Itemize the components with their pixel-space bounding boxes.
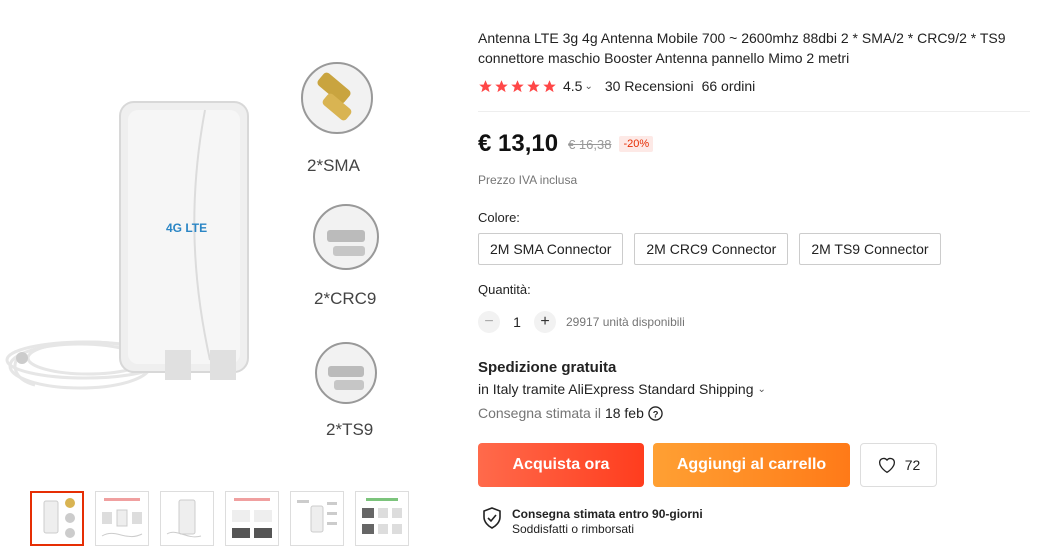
star-rating xyxy=(478,79,557,94)
chevron-down-icon: ⌄ xyxy=(757,383,766,395)
cable-plug-icon xyxy=(16,352,28,364)
shield-icon xyxy=(483,507,501,529)
discount-badge: -20% xyxy=(619,136,654,152)
chevron-down-icon[interactable]: ⌄ xyxy=(584,81,592,92)
stock-available: 29917 unità disponibili xyxy=(566,315,685,329)
shipping-title: Spedizione gratuita xyxy=(478,359,617,376)
star-icon xyxy=(511,79,524,92)
rating-value[interactable]: 4.5 xyxy=(563,78,582,94)
main-product-image[interactable]: 4G LTE 2*SMA 2*CRC9 2*TS9 xyxy=(0,40,450,480)
star-icon xyxy=(479,79,492,92)
crc9-label: 2*CRC9 xyxy=(314,289,376,308)
quantity-stepper: − 1 + 29917 unità disponibili xyxy=(478,311,685,333)
product-title: Antenna LTE 3g 4g Antenna Mobile 700 ~ 2… xyxy=(478,30,1006,66)
thumbnail-4[interactable] xyxy=(225,491,279,546)
heart-icon xyxy=(878,457,895,474)
decrease-quantity-button[interactable]: − xyxy=(478,311,500,333)
thumbnail-5[interactable] xyxy=(290,491,344,546)
vat-note: Prezzo IVA inclusa xyxy=(478,173,578,187)
thumbnail-3[interactable] xyxy=(160,491,214,546)
add-to-cart-button[interactable]: Aggiungi al carrello xyxy=(653,443,850,487)
quantity-value[interactable]: 1 xyxy=(500,314,534,330)
increase-quantity-button[interactable]: + xyxy=(534,311,556,333)
shipping-method[interactable]: in Italy tramite AliExpress Standard Shi… xyxy=(478,381,766,397)
orders-count: 66 ordini xyxy=(701,78,756,94)
variant-sma[interactable]: 2M SMA Connector xyxy=(478,233,624,265)
delivery-estimate: Consegna stimata il 18 feb ? xyxy=(478,405,663,421)
rating-row: 4.5 ⌄ 30 Recensioni 66 ordini xyxy=(478,78,755,94)
buyer-protection: Consegna stimata entro 90-giorni Soddisf… xyxy=(482,507,703,537)
shipping-method-text: in Italy tramite AliExpress Standard Shi… xyxy=(478,381,754,397)
thumbnail-strip xyxy=(30,491,409,546)
thumbnail-6[interactable] xyxy=(355,491,409,546)
star-icon xyxy=(495,79,508,92)
wishlist-count: 72 xyxy=(904,457,921,473)
quantity-label: Quantità: xyxy=(478,282,531,297)
purchase-actions: Acquista ora Aggiungi al carrello 72 xyxy=(478,443,937,487)
current-price: € 13,10 xyxy=(478,130,559,157)
star-icon xyxy=(543,79,556,92)
sma-label: 2*SMA xyxy=(307,156,361,175)
color-label: Colore: xyxy=(478,210,520,225)
reviews-link[interactable]: 30 Recensioni xyxy=(605,78,694,94)
variant-options: 2M SMA Connector 2M CRC9 Connector 2M TS… xyxy=(478,233,941,265)
delivery-label: Consegna stimata il xyxy=(478,405,601,421)
variant-crc9[interactable]: 2M CRC9 Connector xyxy=(634,233,789,265)
guarantee-text: Consegna stimata entro 90-giorni Soddisf… xyxy=(512,507,703,537)
original-price: € 16,38 xyxy=(568,136,612,152)
price-row: € 13,10 € 16,38 -20% xyxy=(478,130,654,158)
product-gallery: 4G LTE 2*SMA 2*CRC9 2*TS9 xyxy=(0,0,450,556)
thumbnail-2[interactable] xyxy=(95,491,149,546)
lte-logo: 4G LTE xyxy=(166,221,207,235)
variant-ts9[interactable]: 2M TS9 Connector xyxy=(799,233,941,265)
delivery-date: 18 feb xyxy=(604,405,644,421)
star-icon xyxy=(527,79,540,92)
wishlist-button[interactable]: 72 xyxy=(860,443,937,487)
ts9-label: 2*TS9 xyxy=(326,420,373,439)
divider xyxy=(478,111,1030,112)
buy-now-button[interactable]: Acquista ora xyxy=(478,443,644,487)
svg-text:?: ? xyxy=(653,409,659,419)
help-icon[interactable]: ? xyxy=(648,405,663,421)
guarantee-title: Consegna stimata entro 90-giorni xyxy=(512,507,703,521)
guarantee-subtitle: Soddisfatti o rimborsati xyxy=(512,522,635,536)
thumbnail-1[interactable] xyxy=(30,491,84,546)
